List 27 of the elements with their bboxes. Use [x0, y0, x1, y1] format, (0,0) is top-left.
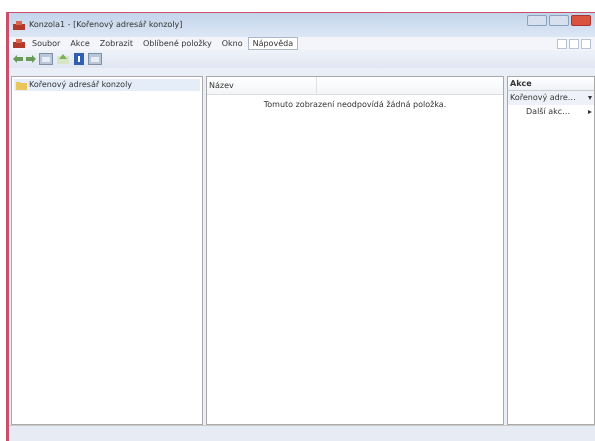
back-arrow-icon[interactable]: [13, 55, 23, 63]
panel-icon[interactable]: [39, 53, 53, 65]
close-button[interactable]: [581, 38, 591, 48]
window-title: Konzola1 - [Kořenový adresář konzoly]: [29, 19, 182, 31]
forward-arrow-icon[interactable]: [26, 55, 36, 63]
tree-item[interactable]: Kořenový adresář konzoly: [14, 79, 200, 91]
console-icon: [13, 39, 25, 48]
menu-item[interactable]: Zobrazit: [94, 37, 138, 50]
action-link[interactable]: Další akc…: [508, 106, 588, 118]
collapse-icon[interactable]: [588, 96, 592, 100]
minimize-button[interactable]: [557, 38, 567, 48]
maximize-button[interactable]: [549, 15, 569, 26]
menu-item[interactable]: Akce: [65, 37, 95, 50]
menu-item[interactable]: Oblíbené položky: [138, 37, 217, 50]
restore-button[interactable]: [569, 38, 579, 48]
minimize-button[interactable]: [527, 15, 547, 26]
arrow-icon[interactable]: [588, 110, 592, 114]
menu-item[interactable]: Nápověda: [248, 37, 298, 50]
menu-item[interactable]: Okno: [216, 37, 248, 50]
panel-icon[interactable]: [88, 53, 102, 65]
empty-list-message: Tomuto zobrazení neodpovídá žádná položka.: [262, 99, 448, 111]
actions-header: Akce: [508, 77, 594, 91]
close-button[interactable]: [571, 15, 591, 26]
menu-item[interactable]: Soubor: [27, 37, 66, 50]
console-icon: [13, 20, 25, 30]
folder-icon: [16, 80, 27, 90]
help-book-icon[interactable]: [73, 53, 85, 65]
